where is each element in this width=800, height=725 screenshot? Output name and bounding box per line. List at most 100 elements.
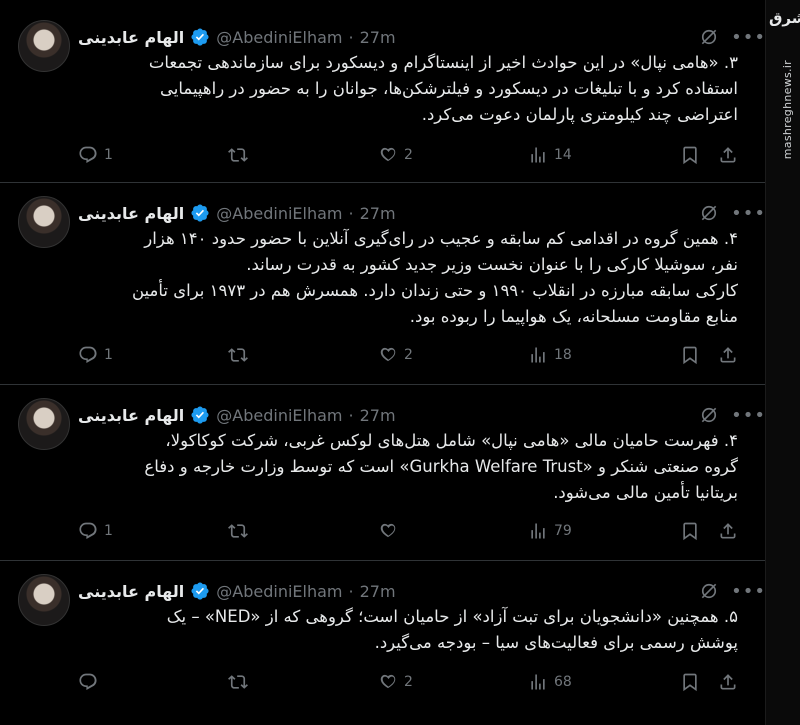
reply-icon [78,521,98,541]
action-bar: 1 79 [78,519,746,543]
tweet-4[interactable]: الهام عابدینی @AbediniElham · 27m ••• ۵.… [0,574,766,699]
avatar[interactable] [18,196,70,248]
author-name[interactable]: الهام عابدینی [78,406,184,425]
retweet-button[interactable] [228,521,254,541]
grok-icon[interactable] [699,203,719,223]
reply-button[interactable]: 1 [78,345,113,365]
reply-count: 1 [104,347,113,363]
tweet-line: استفاده کرد و با تبلیغات در دیسکورد و فی… [160,79,738,98]
reply-button[interactable] [78,672,104,692]
tweet-1[interactable]: الهام عابدینی @AbediniElham · 27m ••• ۳.… [0,20,766,170]
share-button[interactable] [718,521,738,541]
action-bar: 1 2 14 [78,143,746,167]
grok-icon[interactable] [699,405,719,425]
share-icon [718,345,738,365]
watermark-strip: مشرق mashreghnews.ir [765,0,800,725]
retweet-button[interactable] [228,672,254,692]
verified-badge-icon [190,203,210,223]
tweet-header: الهام عابدینی @AbediniElham · 27m ••• [78,404,766,426]
avatar[interactable] [18,574,70,626]
views-icon [528,521,548,541]
bookmark-button[interactable] [680,521,700,541]
tweet-line: کارکی سابقه مبارزه در انقلاب ۱۹۹۰ و حتی … [131,281,738,300]
retweet-button[interactable] [228,345,254,365]
bookmark-button[interactable] [680,145,700,165]
tweet-line: اعتراضی چند کیلومتری پارلمان دعوت می‌کرد… [421,105,738,124]
verified-badge-icon [190,581,210,601]
tweet-text: ۵. همچنین «دانشجویان برای تبت آزاد» از ح… [80,604,738,656]
share-button[interactable] [718,672,738,692]
bookmark-button[interactable] [680,345,700,365]
views-button[interactable]: 18 [528,345,572,365]
reply-icon [78,145,98,165]
timestamp[interactable]: 27m [360,28,396,47]
reply-button[interactable]: 1 [78,145,113,165]
view-count: 14 [554,147,572,163]
share-icon [718,521,738,541]
reply-icon [78,345,98,365]
reply-count: 1 [104,523,113,539]
like-button[interactable]: 2 [378,672,413,692]
separator-dot: · [348,405,354,425]
author-handle[interactable]: @AbediniElham [216,582,342,601]
views-button[interactable]: 79 [528,521,572,541]
verified-badge-icon [190,27,210,47]
views-button[interactable]: 14 [528,145,572,165]
like-button[interactable]: 2 [378,145,413,165]
like-button[interactable] [378,521,404,541]
watermark-logo: مشرق [769,9,800,27]
tweet-line: منابع مقاومت مسلحانه، یک هواپیما را ربود… [409,307,738,326]
avatar[interactable] [18,398,70,450]
retweet-icon [228,672,248,692]
separator-dot: · [348,581,354,601]
timestamp[interactable]: 27m [360,406,396,425]
timestamp[interactable]: 27m [360,582,396,601]
action-bar: 2 68 [78,670,746,694]
like-button[interactable]: 2 [378,345,413,365]
bookmark-icon [680,672,700,692]
view-count: 18 [554,347,572,363]
separator-dot: · [348,203,354,223]
tweet-line: ۳. «هامی نپال» در این حوادث اخیر از اینس… [148,53,738,72]
more-options-icon[interactable]: ••• [731,405,766,426]
view-count: 79 [554,523,572,539]
reply-button[interactable]: 1 [78,521,113,541]
retweet-icon [228,145,248,165]
more-options-icon[interactable]: ••• [731,203,766,224]
tweet-3[interactable]: الهام عابدینی @AbediniElham · 27m ••• ۴.… [0,398,766,548]
bookmark-button[interactable] [680,672,700,692]
author-name[interactable]: الهام عابدینی [78,204,184,223]
share-button[interactable] [718,345,738,365]
timestamp[interactable]: 27m [360,204,396,223]
tweet-header: الهام عابدینی @AbediniElham · 27m ••• [78,580,766,602]
tweet-line: ۴. همین گروه در اقدامی کم سابقه و عجیب د… [144,229,738,248]
author-name[interactable]: الهام عابدینی [78,582,184,601]
separator-dot: · [348,27,354,47]
tweet-2[interactable]: الهام عابدینی @AbediniElham · 27m ••• ۴.… [0,196,766,371]
grok-icon[interactable] [699,581,719,601]
avatar[interactable] [18,20,70,72]
more-options-icon[interactable]: ••• [731,581,766,602]
tweet-line: نفر، سوشیلا کارکی را با عنوان نخست وزیر … [246,255,738,274]
tweet-header: الهام عابدینی @AbediniElham · 27m ••• [78,26,766,48]
verified-badge-icon [190,405,210,425]
tweet-header: الهام عابدینی @AbediniElham · 27m ••• [78,202,766,224]
author-handle[interactable]: @AbediniElham [216,28,342,47]
share-button[interactable] [718,145,738,165]
share-icon [718,672,738,692]
reply-count: 1 [104,147,113,163]
views-button[interactable]: 68 [528,672,572,692]
bookmark-icon [680,345,700,365]
grok-icon[interactable] [699,27,719,47]
like-count: 2 [404,347,413,363]
views-icon [528,672,548,692]
author-handle[interactable]: @AbediniElham [216,204,342,223]
author-name[interactable]: الهام عابدینی [78,28,184,47]
retweet-button[interactable] [228,145,254,165]
tweet-text: ۳. «هامی نپال» در این حوادث اخیر از اینس… [80,50,738,128]
like-count: 2 [404,147,413,163]
like-count: 2 [404,674,413,690]
author-handle[interactable]: @AbediniElham [216,406,342,425]
action-bar: 1 2 18 [78,343,746,367]
more-options-icon[interactable]: ••• [731,27,766,48]
